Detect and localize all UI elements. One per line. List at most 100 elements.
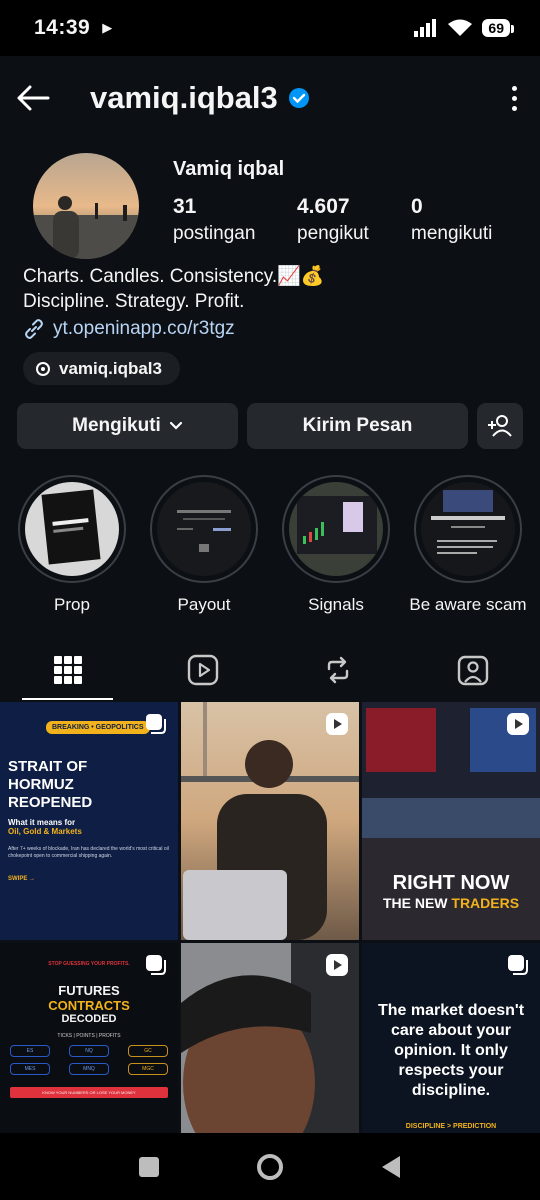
post-quote: The market doesn't care about your opini…	[377, 1002, 525, 1099]
media-play-icon: ▶	[102, 20, 113, 35]
reel-icon	[326, 954, 348, 976]
reels-icon	[187, 654, 218, 686]
more-options-icon[interactable]	[504, 85, 524, 111]
stat-followers[interactable]: 4.607 pengikut	[297, 195, 411, 245]
stat-posts-value: 31	[173, 195, 197, 218]
link-icon	[25, 318, 43, 339]
post-overlay-word: TRADERS	[451, 895, 520, 911]
status-bar: 14:39 ▶ 69	[0, 0, 540, 56]
carousel-icon	[146, 955, 166, 975]
contract-pill: NQ	[69, 1045, 109, 1057]
avatar[interactable]	[33, 153, 139, 259]
threads-icon	[36, 361, 50, 376]
system-navigation-bar	[0, 1133, 540, 1200]
home-circle-icon[interactable]	[256, 1153, 284, 1181]
post-headline-line: FUTURES	[58, 983, 120, 998]
profile-actions: Mengikuti Kirim Pesan	[17, 403, 523, 449]
post-headline-line: DECODED	[61, 1013, 117, 1025]
contract-pill: MNQ	[69, 1063, 109, 1075]
profile-header: vamiq.iqbal3	[0, 56, 540, 140]
posts-grid: BREAKING • GEOPOLITICS STRAIT OF HORMUZ …	[0, 702, 540, 1181]
bio-link-text: yt.openinapp.co/r3tgz	[53, 318, 235, 339]
battery-indicator: 69	[482, 19, 514, 37]
tab-reels[interactable]	[135, 640, 270, 700]
post-photo	[181, 702, 359, 940]
post-headline-line: STRAIT OF	[8, 758, 88, 775]
highlight-cover	[25, 482, 119, 576]
profile-full-name: Vamiq iqbal	[173, 158, 285, 180]
stat-following-value: 0	[411, 195, 423, 218]
contract-pill: ES	[10, 1045, 50, 1057]
tagged-person-icon	[457, 655, 488, 686]
post-tile[interactable]	[181, 702, 359, 940]
profile-stats: 31 postingan 4.607 pengikut 0 mengikuti	[173, 195, 511, 245]
contract-row: ES NQ GC	[10, 1045, 168, 1057]
reel-icon	[326, 713, 348, 735]
bio-line: Charts. Candles. Consistency.📈💰	[23, 266, 325, 287]
carousel-icon	[146, 714, 166, 734]
highlight-prop[interactable]: Prop	[7, 475, 137, 615]
message-button[interactable]: Kirim Pesan	[247, 403, 468, 449]
chevron-down-icon	[169, 421, 182, 430]
highlight-signals[interactable]: Signals	[271, 475, 401, 615]
stat-posts[interactable]: 31 postingan	[173, 195, 297, 245]
repost-icon	[327, 656, 348, 684]
post-overlay-line: THE NEW TRADERS	[362, 895, 540, 911]
signal-icon	[414, 19, 437, 37]
highlight-cover	[157, 482, 251, 576]
post-headline-line: CONTRACTS	[48, 998, 130, 1013]
highlight-cover	[289, 482, 383, 576]
tab-tagged[interactable]	[405, 640, 540, 700]
profile-username: vamiq.iqbal3	[90, 80, 278, 115]
story-highlights: Prop Payout Signals Be aware scam	[0, 475, 540, 615]
profile-content-tabs	[0, 640, 540, 700]
verified-badge-icon	[288, 88, 309, 108]
back-arrow-icon[interactable]	[16, 85, 50, 111]
contract-row: MES MNQ MGC	[10, 1063, 168, 1075]
profile-bio: Charts. Candles. Consistency.📈💰 Discipli…	[23, 264, 324, 341]
message-button-label: Kirim Pesan	[302, 415, 413, 436]
highlight-label: Prop	[54, 595, 90, 614]
highlight-payout[interactable]: Payout	[139, 475, 269, 615]
contract-pill: GC	[128, 1045, 168, 1057]
post-subtitle: What it means for	[8, 818, 76, 827]
post-swipe-hint: SWIPE →	[8, 876, 36, 882]
highlight-label: Payout	[177, 595, 231, 614]
highlight-cover	[421, 482, 515, 576]
back-triangle-icon[interactable]	[380, 1155, 402, 1179]
reel-icon	[507, 713, 529, 735]
post-tile[interactable]: BREAKING • GEOPOLITICS STRAIT OF HORMUZ …	[0, 702, 178, 940]
stat-following-label: mengikuti	[411, 223, 493, 244]
recents-square-icon[interactable]	[138, 1156, 160, 1178]
threads-handle: vamiq.iqbal3	[59, 358, 162, 378]
stat-following[interactable]: 0 mengikuti	[411, 195, 511, 245]
tab-reposts[interactable]	[270, 640, 405, 700]
post-headline-line: REOPENED	[8, 794, 93, 811]
bio-link[interactable]: yt.openinapp.co/r3tgz	[23, 316, 324, 341]
post-tile[interactable]: RIGHT NOW THE NEW TRADERS	[362, 702, 540, 940]
post-tag: BREAKING • GEOPOLITICS	[46, 721, 150, 734]
stat-followers-label: pengikut	[297, 223, 369, 244]
post-callout-bar: KNOW YOUR NUMBERS OR LOSE YOUR MONEY	[10, 1087, 168, 1098]
bio-line: Discipline. Strategy. Profit.	[23, 291, 245, 312]
post-overlay-text: RIGHT NOW THE NEW TRADERS	[362, 872, 540, 911]
post-overlay-line: RIGHT NOW	[392, 872, 510, 894]
highlight-label: Signals	[308, 595, 364, 614]
post-subtitle-highlight: Oil, Gold & Markets	[8, 827, 82, 836]
contract-pill: MGC	[128, 1063, 168, 1075]
highlight-be-aware-scam[interactable]: Be aware scam	[403, 475, 533, 615]
suggested-users-button[interactable]	[477, 403, 523, 449]
following-button-label: Mengikuti	[72, 415, 161, 436]
stat-posts-label: postingan	[173, 223, 256, 244]
threads-badge[interactable]: vamiq.iqbal3	[23, 352, 180, 385]
post-headline: STRAIT OF HORMUZ REOPENED	[8, 758, 170, 812]
stat-followers-value: 4.607	[297, 195, 350, 218]
post-overlay-word: THE NEW	[382, 895, 448, 911]
wifi-icon	[448, 19, 473, 36]
grid-icon	[53, 656, 82, 684]
post-body: After 7+ weeks of blockade, Iran has dec…	[8, 846, 169, 859]
tab-posts-grid[interactable]	[0, 640, 135, 700]
status-icons: 69	[414, 19, 514, 37]
following-button[interactable]: Mengikuti	[17, 403, 238, 449]
post-headline-line: HORMUZ	[8, 776, 74, 793]
